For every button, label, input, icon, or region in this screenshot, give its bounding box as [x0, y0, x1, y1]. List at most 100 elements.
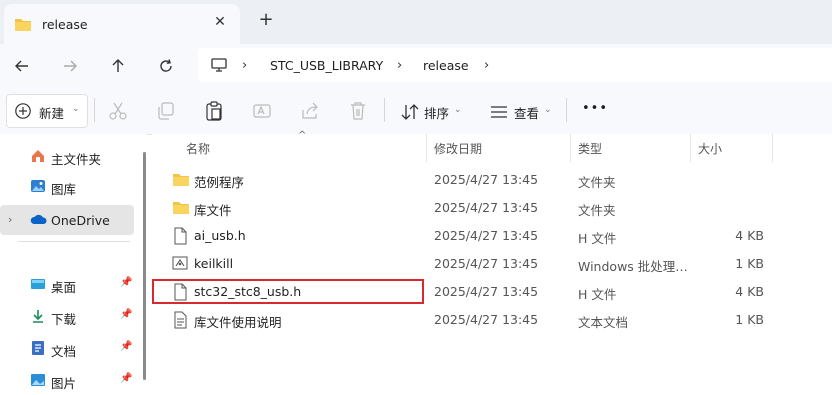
chevron-down-icon: ⌄ — [544, 105, 552, 115]
file-type: 文件夹 — [578, 203, 616, 218]
breadcrumb-segment[interactable]: STC_USB_LIBRARY — [270, 58, 383, 73]
sort-icon[interactable] — [400, 101, 422, 123]
toolbar-divider — [566, 98, 567, 122]
sidebar-item-label: 主文件夹 — [51, 152, 102, 167]
documents-icon — [30, 340, 46, 359]
new-button[interactable]: 新建 ⌄ — [6, 94, 88, 128]
delete-icon[interactable] — [347, 100, 369, 122]
toolbar-divider — [94, 98, 95, 122]
view-icon[interactable] — [488, 101, 510, 123]
column-header-type[interactable]: 类型 — [578, 140, 602, 157]
up-button[interactable] — [104, 52, 132, 80]
folder-icon — [172, 199, 190, 218]
cut-icon[interactable] — [107, 100, 129, 122]
sidebar-item-label: OneDrive — [51, 213, 110, 228]
column-header-date[interactable]: 修改日期 — [434, 140, 482, 157]
plus-circle-icon — [14, 102, 32, 123]
sidebar-scrollbar[interactable] — [143, 152, 146, 380]
file-name: 库文件使用说明 — [194, 315, 282, 330]
address-bar[interactable]: › STC_USB_LIBRARY › release › — [198, 48, 832, 82]
file-date: 2025/4/27 13:45 — [434, 172, 539, 187]
folder-icon — [14, 16, 32, 35]
column-headers: ^ 名称 修改日期 类型 大小 — [152, 130, 832, 162]
chevron-right-icon[interactable]: › — [242, 58, 247, 73]
file-name: 库文件 — [194, 203, 232, 218]
text-file-icon — [172, 311, 188, 332]
file-icon — [172, 227, 188, 248]
sidebar-item-desktop[interactable]: 桌面 📌 — [0, 269, 134, 299]
share-icon[interactable] — [299, 100, 321, 122]
column-header-size[interactable]: 大小 — [698, 140, 722, 157]
home-icon — [30, 148, 46, 167]
tab-release[interactable]: release ✕ — [4, 4, 240, 44]
file-type: 文件夹 — [578, 175, 616, 190]
navigation-pane: 主文件夹 图库 › OneDrive 桌面 📌 下载 📌 文档 📌 图片 📌 — [0, 134, 146, 391]
chevron-right-icon[interactable]: › — [397, 58, 402, 73]
pin-icon[interactable]: 📌 — [120, 309, 132, 320]
sidebar-item-downloads[interactable]: 下载 📌 — [0, 301, 134, 331]
sidebar-item-label: 桌面 — [51, 280, 77, 295]
forward-button[interactable] — [56, 52, 84, 80]
file-list: ^ 名称 修改日期 类型 大小 范例程序 2025/4/27 13:45 文件夹… — [152, 130, 832, 380]
column-divider[interactable] — [570, 134, 571, 162]
pin-icon[interactable]: 📌 — [120, 373, 132, 384]
file-date: 2025/4/27 13:45 — [434, 228, 539, 243]
sidebar-item-label: 下载 — [51, 312, 77, 327]
desktop-icon — [30, 276, 46, 295]
file-row[interactable]: 库文件 2025/4/27 13:45 文件夹 — [152, 194, 832, 222]
chevron-right-icon[interactable]: › — [484, 58, 489, 73]
this-pc-icon — [210, 57, 228, 76]
file-type: H 文件 — [578, 231, 617, 246]
close-icon[interactable]: ✕ — [210, 12, 230, 32]
gallery-icon — [30, 178, 46, 197]
sidebar-item-gallery[interactable]: 图库 — [0, 171, 134, 201]
sort-label[interactable]: 排序 — [424, 103, 449, 122]
file-name: keilkill — [194, 256, 234, 271]
refresh-icon — [160, 59, 172, 72]
sidebar-item-label: 图库 — [51, 182, 77, 197]
pin-icon[interactable]: 📌 — [120, 341, 132, 352]
sort-ascending-icon: ^ — [298, 130, 307, 141]
file-row[interactable]: 库文件使用说明 2025/4/27 13:45 文本文档 1 KB — [152, 306, 832, 334]
column-divider[interactable] — [426, 134, 427, 162]
sidebar-item-pictures[interactable]: 图片 📌 — [0, 365, 134, 395]
batch-file-icon — [172, 255, 188, 274]
back-button[interactable] — [8, 52, 36, 80]
file-date: 2025/4/27 13:45 — [434, 284, 539, 299]
file-date: 2025/4/27 13:45 — [434, 312, 539, 327]
file-size: 1 KB — [735, 312, 764, 327]
file-name: 范例程序 — [194, 175, 245, 190]
file-date: 2025/4/27 13:45 — [434, 256, 539, 271]
sidebar-divider — [18, 241, 130, 242]
breadcrumb-segment[interactable]: release — [423, 58, 469, 73]
refresh-button[interactable] — [152, 52, 180, 80]
sidebar-item-home[interactable]: 主文件夹 — [0, 141, 134, 171]
column-header-name[interactable]: 名称 — [186, 140, 210, 157]
file-type: H 文件 — [578, 287, 617, 302]
column-divider[interactable] — [690, 134, 691, 162]
new-label: 新建 — [39, 106, 65, 121]
chevron-right-icon[interactable]: › — [8, 213, 12, 226]
column-divider[interactable] — [772, 134, 773, 162]
download-icon — [30, 308, 46, 327]
file-date: 2025/4/27 13:45 — [434, 200, 539, 215]
copy-icon[interactable] — [155, 100, 177, 122]
chevron-down-icon: ⌄ — [454, 105, 462, 115]
rename-icon[interactable] — [251, 100, 273, 122]
more-options-icon[interactable]: ••• — [582, 101, 608, 116]
sidebar-item-onedrive[interactable]: › OneDrive — [0, 205, 134, 235]
highlight-box — [152, 279, 424, 304]
file-size: 1 KB — [735, 256, 764, 271]
view-label[interactable]: 查看 — [514, 103, 539, 122]
file-row[interactable]: keilkill 2025/4/27 13:45 Windows 批处理… 1 … — [152, 250, 832, 278]
file-row[interactable]: 范例程序 2025/4/27 13:45 文件夹 — [152, 166, 832, 194]
file-type: 文本文档 — [578, 315, 629, 330]
command-bar: 新建 ⌄ 排序 ⌄ 查看 ⌄ ••• — [0, 86, 832, 135]
sidebar-item-documents[interactable]: 文档 📌 — [0, 333, 134, 363]
toolbar-divider — [384, 98, 385, 122]
file-row[interactable]: ai_usb.h 2025/4/27 13:45 H 文件 4 KB — [152, 222, 832, 250]
pin-icon[interactable]: 📌 — [120, 277, 132, 288]
paste-icon[interactable] — [203, 100, 225, 122]
sidebar-item-label: 文档 — [51, 344, 77, 359]
new-tab-button[interactable]: + — [256, 10, 276, 30]
